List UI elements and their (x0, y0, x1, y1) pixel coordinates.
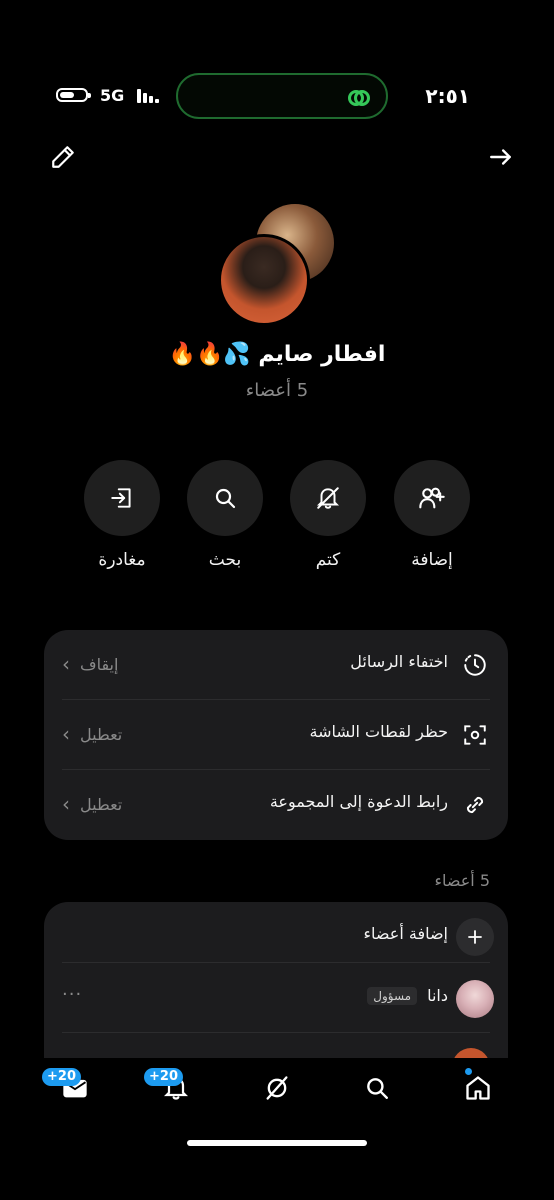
link-icon (466, 796, 484, 814)
link-icon (348, 90, 370, 106)
search-button[interactable]: بحث (187, 460, 263, 570)
member-name: دانا (427, 986, 448, 1005)
add-members-label: إضافة أعضاء (363, 924, 448, 943)
leave-button[interactable]: مغادرة (84, 460, 160, 570)
members-card: إضافة أعضاء دانا مسؤول ··· (44, 902, 508, 1082)
setting-row-screenshot-block[interactable]: حظر لقطات الشاشة ‹ تعطيل (62, 700, 490, 770)
chevron-left-icon: ‹ (62, 792, 70, 816)
add-users-icon (419, 487, 445, 509)
home-icon (466, 1076, 490, 1100)
mute-button[interactable]: كتم (290, 460, 366, 570)
action-label: بحث (208, 550, 242, 570)
messages-badge: +20 (42, 1068, 81, 1086)
pencil-icon (52, 146, 74, 168)
screenshot-icon (464, 725, 486, 745)
grok-icon (266, 1076, 288, 1100)
tab-search[interactable] (357, 1068, 397, 1108)
group-member-count: 5 أعضاء (245, 380, 309, 401)
divider (62, 1032, 490, 1033)
setting-value-text: تعطيل (80, 794, 123, 814)
action-label: إضافة (411, 550, 453, 570)
setting-title: رابط الدعوة إلى المجموعة (269, 792, 448, 811)
mute-bell-icon (316, 487, 340, 509)
settings-card: اختفاء الرسائل ‹ إيقاف حظر لقطات الشاشة … (44, 630, 508, 840)
home-unread-dot (465, 1068, 472, 1075)
more-icon: ··· (62, 984, 83, 1005)
setting-value: ‹ إيقاف (62, 652, 118, 676)
group-name: افطار صايم 💦🔥🔥 (168, 342, 386, 367)
battery-icon (56, 88, 91, 102)
chevron-left-icon: ‹ (62, 652, 70, 676)
leave-icon (111, 488, 131, 508)
network-type: 5G (100, 86, 125, 105)
setting-value-text: تعطيل (80, 724, 123, 744)
notifications-badge: +20 (144, 1068, 183, 1086)
clock: ٢:٥١ (425, 84, 470, 108)
divider (62, 962, 490, 963)
member-more-button[interactable]: ··· (62, 984, 82, 1005)
member-info: دانا مسؤول (367, 986, 448, 1005)
plus-icon (468, 930, 482, 944)
members-section-title: 5 أعضاء (434, 871, 490, 890)
timer-icon (464, 654, 486, 676)
dynamic-island[interactable] (176, 73, 388, 119)
tab-home[interactable] (458, 1068, 498, 1108)
search-icon (367, 1078, 388, 1099)
action-label: كتم (315, 550, 341, 570)
add-members-button[interactable]: إضافة (394, 460, 470, 570)
setting-title: حظر لقطات الشاشة (309, 722, 449, 741)
setting-title: اختفاء الرسائل (350, 652, 448, 671)
group-avatar[interactable] (218, 234, 310, 326)
member-avatar (456, 980, 494, 1018)
setting-row-disappearing-messages[interactable]: اختفاء الرسائل ‹ إيقاف (62, 630, 490, 700)
action-label: مغادرة (98, 550, 146, 570)
role-badge: مسؤول (367, 986, 418, 1005)
edit-button[interactable] (48, 142, 78, 172)
search-icon (215, 488, 236, 509)
arrow-right-icon (490, 149, 511, 165)
tab-grok[interactable] (257, 1068, 297, 1108)
setting-value: ‹ تعطيل (62, 722, 122, 746)
setting-row-invite-link[interactable]: رابط الدعوة إلى المجموعة ‹ تعطيل (62, 770, 490, 840)
setting-value: ‹ تعطيل (62, 792, 122, 816)
back-button[interactable] (486, 142, 516, 172)
chevron-left-icon: ‹ (62, 722, 70, 746)
setting-value-text: إيقاف (80, 654, 119, 674)
signal-strength-icon (137, 89, 159, 103)
home-indicator[interactable] (187, 1140, 367, 1146)
member-row[interactable]: دانا مسؤول ··· (62, 964, 494, 1034)
